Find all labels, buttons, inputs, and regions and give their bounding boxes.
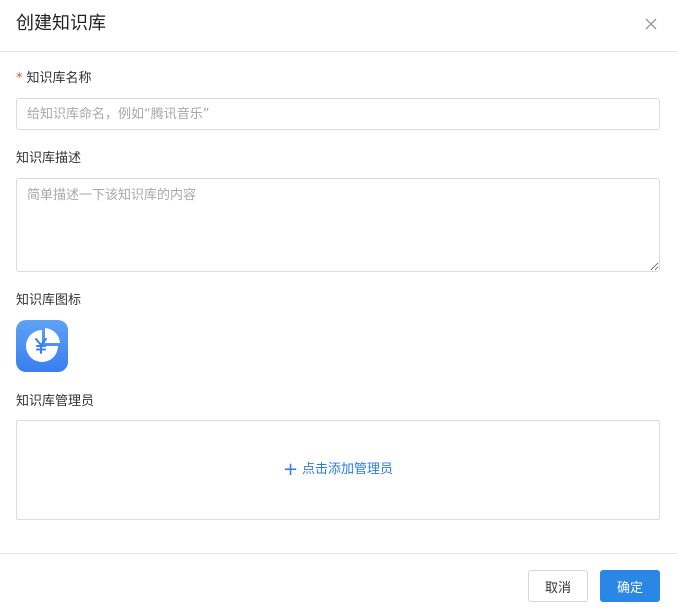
plus-icon: +: [282, 459, 299, 480]
description-field-label: 知识库描述: [16, 151, 82, 166]
yuan-pie-chart-icon: [26, 328, 60, 362]
admins-field-label: 知识库管理员: [16, 394, 95, 409]
add-admin-button[interactable]: + 点击添加管理员: [17, 461, 659, 479]
confirm-button[interactable]: 确定: [600, 570, 660, 602]
create-knowledge-base-dialog: 创建知识库 *知识库名称 知识库描述 知识库图标 知识库管理员 +点击添加管理员…: [0, 0, 677, 613]
admins-box: + 点击添加管理员: [16, 420, 660, 520]
icon-field-label: 知识库图标: [16, 293, 82, 308]
knowledge-base-icon-picker[interactable]: [16, 320, 68, 372]
dialog-header: 创建知识库: [0, 0, 677, 52]
required-mark: *: [16, 71, 23, 86]
name-field-label: * 知识库名称: [16, 70, 92, 88]
description-textarea[interactable]: [16, 178, 660, 272]
cancel-button[interactable]: 取消: [528, 570, 588, 602]
close-icon[interactable]: [643, 16, 659, 32]
dialog-footer: 取消 确定: [0, 553, 677, 613]
dialog-title: 创建知识库: [16, 13, 106, 34]
name-label-text: 知识库名称: [26, 71, 92, 86]
add-admin-label: 点击添加管理员: [302, 462, 394, 477]
name-input[interactable]: [16, 98, 660, 130]
